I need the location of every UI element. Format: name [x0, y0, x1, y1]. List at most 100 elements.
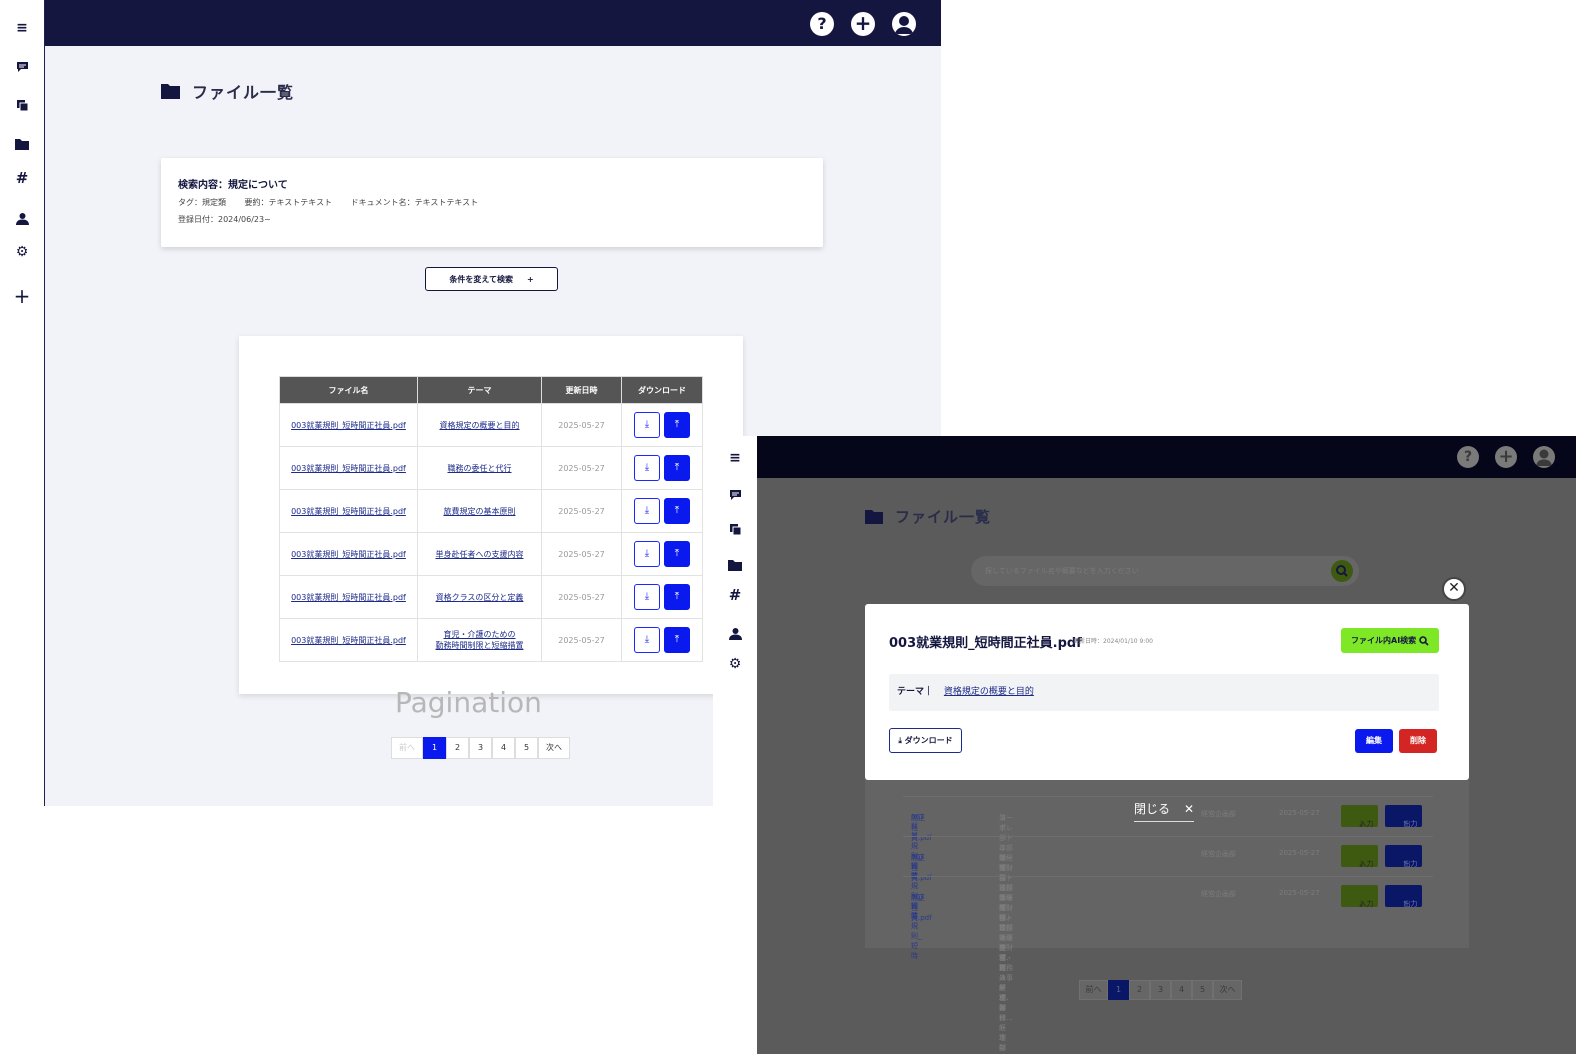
- file-detail-screen: ≡ # ⚙ ? + ファイル一覧 探しているファイル名や概要などを入力ください: [713, 436, 1576, 1060]
- search-document: ドキュメント名：テキストテキスト: [350, 198, 479, 207]
- chat-icon[interactable]: [713, 484, 757, 503]
- hashtag-icon[interactable]: #: [0, 169, 44, 187]
- file-name-link[interactable]: 003就業規則_短時間正社員.pdf: [291, 464, 406, 473]
- updated-date: 2025-05-27: [1279, 889, 1320, 897]
- upload-button[interactable]: ⤒: [664, 627, 690, 653]
- hashtag-icon[interactable]: #: [713, 586, 757, 604]
- pagination-page-1[interactable]: 1: [1108, 980, 1129, 1000]
- modal-close-button[interactable]: ✕: [1442, 577, 1466, 601]
- header-download[interactable]: ダウンロード: [621, 376, 703, 404]
- download-button[interactable]: ⤓: [634, 412, 660, 438]
- upload-icon: ⤒: [674, 505, 680, 516]
- header-file-name[interactable]: ファイル名: [279, 376, 418, 404]
- search-summary: 要約：テキストテキスト: [244, 198, 333, 207]
- theme-link[interactable]: 資格規定の概要と目的: [440, 421, 520, 430]
- change-search-button[interactable]: 条件を変えて検索 +: [425, 267, 558, 291]
- modal-delete-button[interactable]: 削除: [1399, 729, 1437, 753]
- pagination-prev[interactable]: 前へ: [1079, 980, 1108, 1000]
- theme-link[interactable]: 旅費規定の基本原則: [444, 507, 516, 516]
- pagination-page-5[interactable]: 5: [1192, 980, 1213, 1000]
- theme-link[interactable]: 資格クラスの区分と定義: [436, 593, 524, 602]
- pagination-page-3[interactable]: 3: [1150, 980, 1171, 1000]
- download-icon: ⤓: [644, 462, 650, 473]
- updated-date: 2025-05-27: [558, 635, 605, 645]
- download-button[interactable]: ⤓: [634, 584, 660, 610]
- search-button[interactable]: [1331, 560, 1353, 582]
- download-button[interactable]: ⤓: [634, 455, 660, 481]
- download-icon: ⤓: [644, 505, 650, 516]
- table-row: 003就業規則_短時間正社員.pdf 資格クラスの区分と定義 2025-05-27 ⤓…: [279, 575, 703, 619]
- table-row: 003就業規則_短時間正社員.pdf 職務の委任と代行 2025-05-27 ⤓ ⤒: [279, 446, 703, 490]
- add-icon[interactable]: +: [1495, 446, 1517, 468]
- input-button[interactable]: ⤓ 入力: [1341, 845, 1378, 868]
- theme-link[interactable]: 職務の委任と代行: [448, 464, 512, 473]
- user-icon[interactable]: [713, 623, 757, 642]
- modal-theme-link[interactable]: 資格規定の概要と目的: [944, 687, 1034, 697]
- pagination-prev[interactable]: 前へ: [391, 737, 423, 759]
- menu-icon[interactable]: ≡: [713, 450, 757, 466]
- file-name-link[interactable]: 003就業規則_短時間正社員.pdf: [291, 507, 406, 516]
- help-icon[interactable]: ?: [1457, 446, 1479, 468]
- table-row: 003就業規則_短時間正社員.pdf 育児・介護のための 勤務時間制限と短縮措置 20…: [279, 618, 703, 662]
- page-title-text: ファイル一覧: [895, 508, 992, 526]
- copy-icon[interactable]: [713, 519, 757, 538]
- account-icon[interactable]: [1533, 446, 1555, 468]
- upload-button[interactable]: ⤒: [664, 584, 690, 610]
- user-icon[interactable]: [0, 208, 44, 227]
- folder-icon[interactable]: [713, 554, 757, 573]
- theme-link[interactable]: 勤務時間制限と短縮措置: [436, 641, 524, 650]
- pagination-page-1[interactable]: 1: [423, 737, 446, 759]
- pagination-page-2[interactable]: 2: [446, 737, 469, 759]
- file-name-line: 間正社員.pdf: [911, 894, 932, 922]
- file-name-link[interactable]: 003就業規則_短時間正社員.pdf: [291, 421, 406, 430]
- upload-button[interactable]: ⤒: [664, 412, 690, 438]
- copy-icon[interactable]: [0, 95, 44, 114]
- folder-icon[interactable]: [0, 133, 44, 152]
- help-icon[interactable]: ?: [810, 12, 834, 36]
- account-icon[interactable]: [892, 12, 916, 36]
- menu-icon[interactable]: ≡: [0, 20, 44, 36]
- search-input[interactable]: 探しているファイル名や概要などを入力ください: [971, 556, 1359, 586]
- file-name-link[interactable]: 003就業規則_短時間正社員.pdf: [291, 593, 406, 602]
- header-updated[interactable]: 更新日時: [541, 376, 622, 404]
- input-button[interactable]: ⤓ 入力: [1341, 885, 1378, 908]
- pagination-heading: Pagination: [395, 686, 542, 719]
- close-modal-link[interactable]: 閉じる ✕: [1134, 800, 1195, 822]
- output-button[interactable]: ⤒ 出力: [1385, 845, 1422, 868]
- modal-edit-button[interactable]: 編集: [1355, 729, 1393, 753]
- pagination-next[interactable]: 次へ: [1213, 980, 1242, 1000]
- upload-button[interactable]: ⤒: [664, 498, 690, 524]
- plus-icon[interactable]: +: [0, 284, 44, 308]
- ai-search-button[interactable]: ファイル内AI検索: [1341, 628, 1439, 653]
- pagination-next[interactable]: 次へ: [538, 737, 570, 759]
- input-button[interactable]: ⤓ 入力: [1341, 805, 1378, 828]
- pagination-page-2[interactable]: 2: [1129, 980, 1150, 1000]
- upload-button[interactable]: ⤒: [664, 541, 690, 567]
- top-bar: ? +: [757, 436, 1576, 478]
- table-row: 003就業規則_短時 間正社員.pdf コーポレート本部は経理財務・労務人事業務、営…: [903, 836, 1433, 1052]
- search-tag: タグ：規定類: [178, 198, 226, 207]
- add-icon[interactable]: +: [851, 12, 875, 36]
- header-theme[interactable]: テーマ: [417, 376, 542, 404]
- pagination-page-4[interactable]: 4: [492, 737, 515, 759]
- download-button[interactable]: ⤓: [634, 627, 660, 653]
- modal-download-button[interactable]: ⤓ ダウンロード: [889, 728, 962, 753]
- chat-icon[interactable]: [0, 56, 44, 75]
- updated-date: 2025-05-27: [558, 506, 605, 516]
- upload-button[interactable]: ⤒: [664, 455, 690, 481]
- output-label: 出力: [1403, 820, 1418, 828]
- download-button[interactable]: ⤓: [634, 498, 660, 524]
- file-name-link[interactable]: 003就業規則_短時間正社員.pdf: [291, 550, 406, 559]
- output-button[interactable]: ⤒ 出力: [1385, 885, 1422, 908]
- pagination-page-3[interactable]: 3: [469, 737, 492, 759]
- gear-icon[interactable]: ⚙: [0, 244, 44, 260]
- search-query: 検索内容：規定について: [178, 180, 288, 191]
- output-button[interactable]: ⤒ 出力: [1385, 805, 1422, 828]
- pagination-page-5[interactable]: 5: [515, 737, 538, 759]
- gear-icon[interactable]: ⚙: [713, 656, 757, 672]
- file-name-link[interactable]: 003就業規則_短時間正社員.pdf: [291, 636, 406, 645]
- theme-link[interactable]: 育児・介護のための: [444, 630, 516, 639]
- theme-link[interactable]: 単身赴任者への支援内容: [436, 550, 524, 559]
- download-button[interactable]: ⤓: [634, 541, 660, 567]
- pagination-page-4[interactable]: 4: [1171, 980, 1192, 1000]
